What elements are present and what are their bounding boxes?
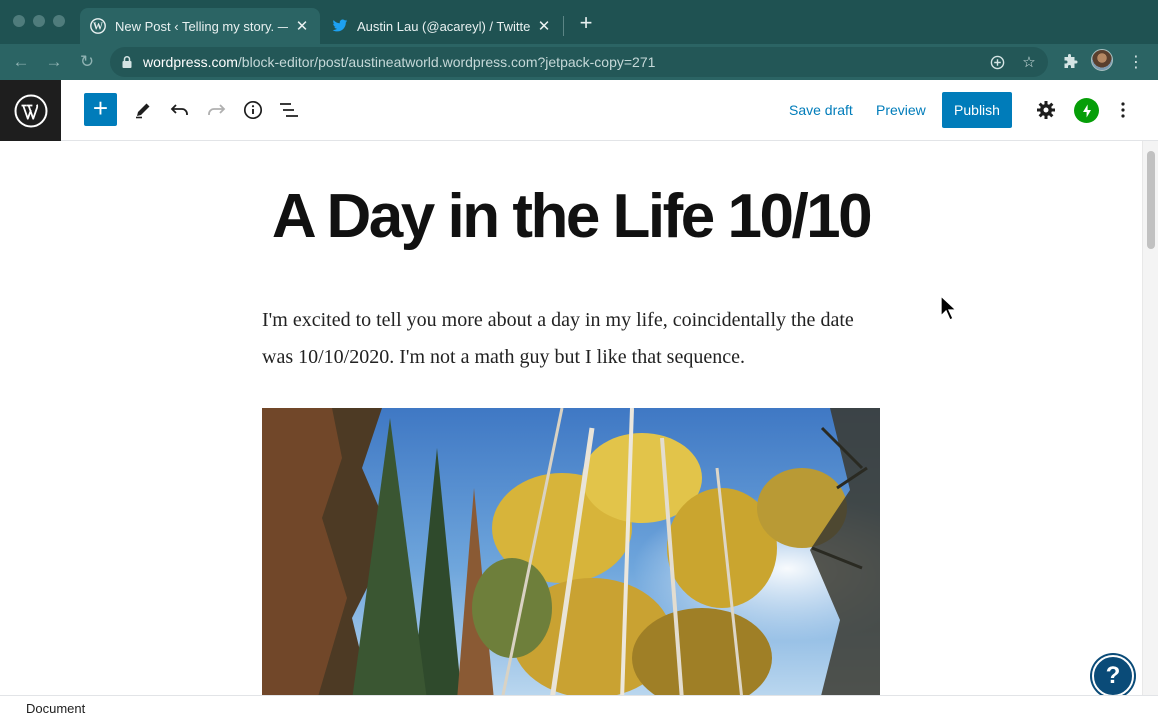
help-question-icon[interactable]: ? <box>1092 655 1134 697</box>
window-close-control[interactable] <box>13 15 25 27</box>
add-block-plus-icon[interactable]: + <box>84 93 117 126</box>
forward-arrow-icon[interactable]: → <box>42 50 66 74</box>
post-title[interactable]: A Day in the Life 10/10 <box>0 181 1142 252</box>
profile-avatar[interactable] <box>1091 49 1113 71</box>
mouse-pointer-icon <box>940 295 958 321</box>
browser-toolbar: ← → ↻ wordpress.com/block-editor/post/au… <box>0 44 1158 80</box>
breadcrumb-document[interactable]: Document <box>26 701 85 716</box>
more-options-icon[interactable] <box>1105 92 1141 128</box>
settings-gear-icon[interactable] <box>1028 92 1064 128</box>
save-draft-button[interactable]: Save draft <box>789 102 853 118</box>
browser-tab-bar: W New Post ‹ Telling my story. — ✕ Austi… <box>0 0 1158 44</box>
editor-header: + Save draft Preview Publish <box>0 80 1158 141</box>
tab-title: New Post ‹ Telling my story. — <box>115 18 288 34</box>
new-tab-plus-icon[interactable]: + <box>574 12 598 36</box>
wp-block-editor: + Save draft Preview Publish A Day in th… <box>0 80 1158 720</box>
editor-canvas: A Day in the Life 10/10 I'm excited to t… <box>0 141 1142 695</box>
address-bar[interactable]: wordpress.com/block-editor/post/austinea… <box>110 47 1048 77</box>
url-text: wordpress.com/block-editor/post/austinea… <box>143 54 655 70</box>
close-icon[interactable]: ✕ <box>536 18 552 35</box>
list-view-icon[interactable] <box>271 92 307 128</box>
tab-title: Austin Lau (@acareyl) / Twitter <box>357 18 530 34</box>
url-path: /block-editor/post/austineatworld.wordpr… <box>237 54 656 70</box>
bookmark-star-icon[interactable]: ☆ <box>1019 52 1039 72</box>
extensions-puzzle-icon[interactable] <box>1058 50 1082 74</box>
tab-divider <box>563 16 564 36</box>
jetpack-bolt-icon[interactable] <box>1074 98 1099 123</box>
twitter-icon <box>332 18 348 34</box>
paragraph-block[interactable]: I'm excited to tell you more about a day… <box>262 302 882 376</box>
window-minimize-control[interactable] <box>33 15 45 27</box>
close-icon[interactable]: ✕ <box>294 18 310 35</box>
publish-button[interactable]: Publish <box>942 92 1012 128</box>
tab-wordpress-new-post[interactable]: W New Post ‹ Telling my story. — ✕ <box>80 8 320 44</box>
browser-menu-icon[interactable]: ⋮ <box>1124 50 1148 74</box>
scrollbar-thumb[interactable] <box>1147 151 1155 249</box>
undo-icon[interactable] <box>162 92 198 128</box>
wordpress-logo-icon[interactable] <box>0 80 61 141</box>
back-arrow-icon[interactable]: ← <box>9 50 33 74</box>
redo-icon[interactable] <box>198 92 234 128</box>
image-block[interactable] <box>262 408 880 695</box>
edit-pencil-icon[interactable] <box>125 92 161 128</box>
reload-icon[interactable]: ↻ <box>75 50 99 74</box>
editor-footer: Document <box>0 695 1158 720</box>
window-zoom-control[interactable] <box>53 15 65 27</box>
forest-canopy-photo <box>262 408 880 695</box>
preview-button[interactable]: Preview <box>876 102 926 118</box>
info-icon[interactable] <box>235 92 271 128</box>
tab-twitter[interactable]: Austin Lau (@acareyl) / Twitter ✕ <box>322 8 562 44</box>
svg-text:W: W <box>93 22 103 33</box>
install-app-icon[interactable] <box>987 52 1007 72</box>
editor-scrollbar[interactable] <box>1142 141 1158 695</box>
lock-icon <box>121 55 133 69</box>
wordpress-icon: W <box>90 18 106 34</box>
url-domain: wordpress.com <box>143 54 238 70</box>
